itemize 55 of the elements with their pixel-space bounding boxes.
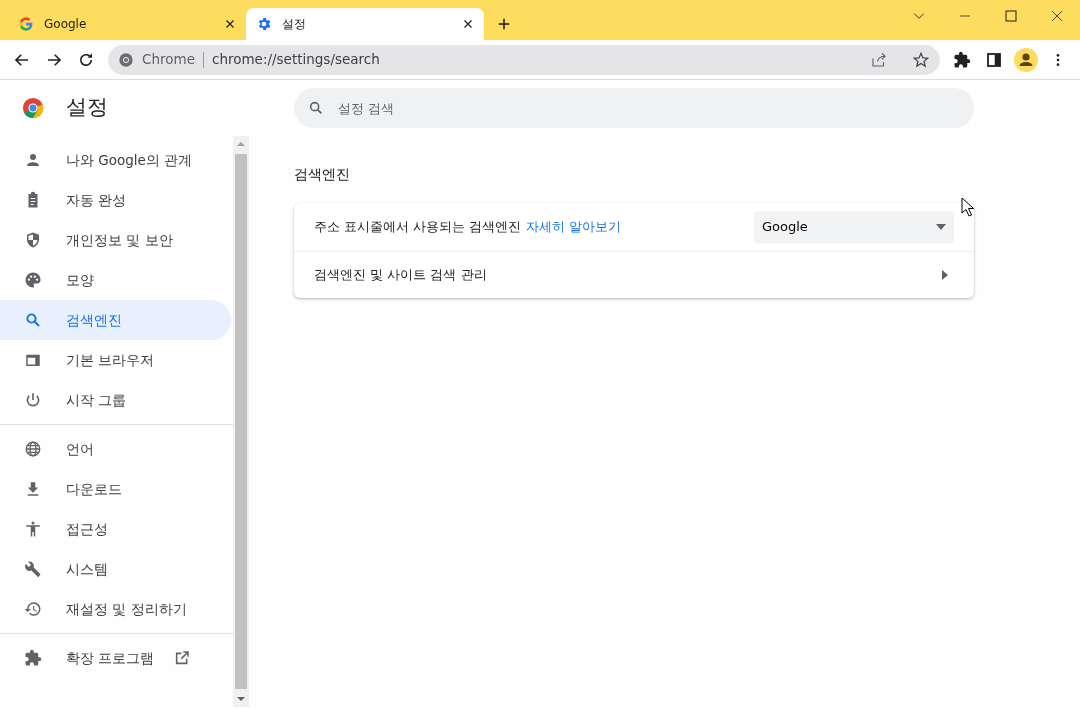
sidebar-item[interactable]: 시작 그룹: [0, 380, 231, 420]
palette-icon: [24, 271, 42, 289]
shield-icon: [24, 231, 42, 249]
caret-icon: [936, 224, 946, 230]
share-icon[interactable]: [870, 50, 888, 69]
accessibility-icon: [24, 520, 42, 538]
globe-icon: [24, 440, 42, 458]
site-label: Chrome: [142, 50, 195, 70]
close-icon[interactable]: [1051, 10, 1063, 22]
maximize-icon[interactable]: [1005, 10, 1017, 22]
close-icon: [224, 18, 236, 30]
star-icon[interactable]: [912, 50, 930, 69]
chrome-logo-icon: [118, 51, 134, 68]
browser-tab[interactable]: 설정: [246, 8, 484, 40]
side-panel-icon: [985, 50, 1003, 69]
plus-icon: [496, 16, 512, 32]
search-field[interactable]: 설정 검색: [294, 88, 974, 128]
power-icon: [24, 391, 42, 409]
sidebar-item[interactable]: 다운로드: [0, 469, 231, 509]
person-icon: [24, 151, 42, 169]
chevron-right-icon: [942, 270, 948, 280]
scroll-down-icon[interactable]: [237, 695, 245, 703]
search-engine-dropdown[interactable]: Google: [754, 211, 954, 243]
gear-icon: [256, 16, 272, 32]
sidebar-item[interactable]: 나와 Google의 관계: [0, 140, 231, 180]
puzzle-icon: [24, 649, 42, 667]
sidebar-item[interactable]: 확장 프로그램: [0, 638, 231, 678]
sidebar-item[interactable]: 모양: [0, 260, 231, 300]
settings-row[interactable]: 검색엔진 및 사이트 검색 관리: [294, 251, 974, 298]
chrome-logo-icon: [22, 97, 44, 119]
url-text: chrome://settings/search: [211, 50, 380, 70]
profile-button[interactable]: [1012, 45, 1040, 74]
puzzle-icon: [953, 50, 971, 69]
search-icon: [24, 311, 42, 329]
external-link-icon: [174, 650, 191, 666]
sidebar-item[interactable]: 검색엔진: [0, 300, 231, 340]
close-icon: [462, 18, 474, 30]
sidebar-item[interactable]: 시스템: [0, 549, 231, 589]
page-title: 설정: [66, 94, 108, 122]
sidebar-item[interactable]: 언어: [0, 429, 231, 469]
sidebar-item[interactable]: 접근성: [0, 509, 231, 549]
sidebar-item[interactable]: 기본 브라우저: [0, 340, 231, 380]
scrollbar[interactable]: [233, 136, 249, 707]
person-avatar-icon: [1014, 47, 1038, 72]
sidebar-item[interactable]: 재설정 및 정리하기: [0, 589, 231, 629]
google-logo-icon: [18, 16, 34, 32]
sidebar-item[interactable]: 개인정보 및 보안: [0, 220, 231, 260]
browser-tab[interactable]: Google: [8, 8, 246, 40]
wrench-icon: [24, 560, 42, 578]
history-icon: [24, 600, 42, 618]
address-bar[interactable]: Chrome chrome://settings/search: [108, 44, 940, 75]
setting-label: 주소 표시줄에서 사용되는 검색엔진 자세히 알아보기: [314, 218, 621, 237]
section-heading: 검색엔진: [294, 165, 351, 184]
sidebar-item[interactable]: 자동 완성: [0, 180, 231, 220]
learn-more-link[interactable]: 자세히 알아보기: [525, 219, 621, 235]
